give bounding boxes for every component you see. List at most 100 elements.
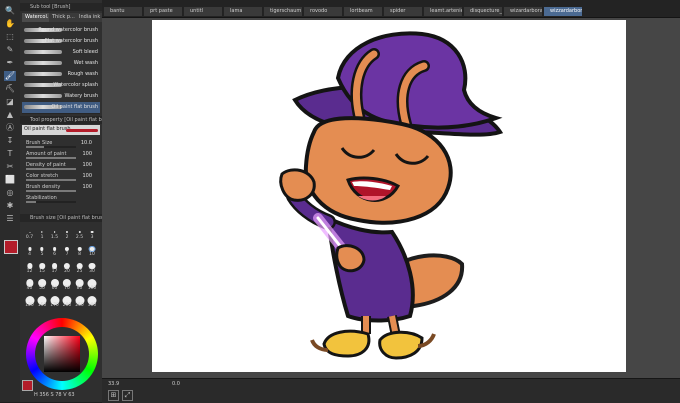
document-tab[interactable]: spider	[384, 7, 423, 16]
navigator-icon[interactable]: ⊞	[108, 390, 119, 401]
tool-button-9[interactable]: Ⓐ	[4, 123, 16, 133]
property-slider[interactable]	[26, 157, 76, 159]
preset-preview[interactable]: Oil paint flat brush	[22, 125, 100, 135]
brush-size-value: 4	[28, 252, 31, 257]
primary-color-swatch[interactable]	[4, 240, 18, 254]
fit-window-icon[interactable]: ⤢	[122, 390, 133, 401]
tab-india-ink[interactable]: India ink	[76, 13, 104, 22]
brush-size-cell[interactable]: 100	[87, 277, 98, 291]
property-value[interactable]: 10.0	[81, 140, 92, 146]
brush-size-cell[interactable]: 12	[24, 260, 35, 274]
brush-size-cell[interactable]: 2	[62, 226, 73, 240]
brush-size-value: 200	[62, 303, 72, 308]
hsv-readout: H 356 S 78 V 63	[34, 392, 75, 398]
document-tab[interactable]: wizardarbora	[504, 7, 543, 16]
brush-size-cell[interactable]: 300	[87, 294, 98, 308]
brush-size-cell[interactable]: 200	[62, 294, 73, 308]
tool-button-13[interactable]: ⬜	[4, 175, 16, 185]
angle-readout[interactable]: 0.0	[172, 381, 180, 387]
document-tab[interactable]: untitl	[184, 7, 223, 16]
brush-size-cell[interactable]: 15	[37, 260, 48, 274]
brush-size-cell[interactable]: 250	[74, 294, 85, 308]
brush-size-cell[interactable]: 40	[24, 277, 35, 291]
brush-size-value: 40	[26, 286, 33, 291]
brush-size-cell[interactable]: 8	[74, 243, 85, 257]
brush-size-cell[interactable]: 30	[87, 260, 98, 274]
brush-size-cell[interactable]: 80	[74, 277, 85, 291]
tool-button-3[interactable]: ✎	[4, 45, 16, 55]
document-tab[interactable]: tigerschaum	[264, 7, 303, 16]
wizard-ant-illustration	[279, 31, 504, 360]
brush-size-cell[interactable]: 70	[62, 277, 73, 291]
property-value[interactable]: 100	[82, 162, 92, 168]
property-slider[interactable]	[26, 190, 76, 192]
tool-button-8[interactable]: ▲	[4, 110, 16, 120]
tool-button-4[interactable]: ✒	[4, 58, 16, 68]
brush-size-cell[interactable]: 2.5	[74, 226, 85, 240]
brush-size-cell[interactable]: 1.5	[49, 226, 60, 240]
document-tab[interactable]: prt paste	[144, 7, 183, 16]
tool-button-11[interactable]: T	[4, 149, 16, 159]
tool-button-2[interactable]: ⬚	[4, 32, 16, 42]
document-tab[interactable]: leamt.artenie	[424, 7, 463, 16]
tool-button-16[interactable]: ☰	[4, 214, 16, 224]
brush-size-value: 7	[65, 252, 69, 257]
brush-size-cell[interactable]: 25	[74, 260, 85, 274]
brush-size-value: 12	[26, 269, 33, 274]
brush-stroke-preview	[24, 94, 62, 98]
brush-size-cell[interactable]: 4	[24, 243, 35, 257]
tool-button-0[interactable]: 🔍	[4, 6, 16, 16]
tool-button-6[interactable]: ⛏	[4, 84, 16, 94]
tab-thick-paint[interactable]: Thick p...	[49, 13, 78, 22]
document-tab[interactable]: disquecture_new	[464, 7, 503, 16]
property-row[interactable]: Brush density 100	[24, 184, 98, 192]
brush-size-value: 70	[64, 286, 70, 291]
brush-size-value: 2.5	[75, 235, 84, 240]
property-slider[interactable]	[26, 168, 76, 170]
brush-size-cell[interactable]: 0.7	[24, 226, 35, 240]
brush-size-cell[interactable]: 17	[49, 260, 60, 274]
document-tab[interactable]: lortbeam	[344, 7, 383, 16]
brush-size-cell[interactable]: 50	[37, 277, 48, 291]
property-value[interactable]: 100	[82, 184, 92, 190]
document-tab[interactable]: rovodo	[304, 7, 343, 16]
saturation-value-square[interactable]	[44, 336, 80, 372]
tool-button-7[interactable]: ◪	[4, 97, 16, 107]
property-slider[interactable]	[26, 179, 76, 181]
brush-size-cell[interactable]: 6	[49, 243, 60, 257]
property-row[interactable]: Brush Size 10.0	[24, 140, 98, 148]
property-row[interactable]: Color stretch 100	[24, 173, 98, 181]
property-row[interactable]: Amount of paint 100	[24, 151, 98, 159]
brush-size-cell[interactable]: 170	[49, 294, 60, 308]
tool-button-10[interactable]: ↧	[4, 136, 16, 146]
color-wheel[interactable]	[26, 318, 98, 390]
document-tab[interactable]: wizzardarbora2	[544, 7, 583, 16]
property-value[interactable]: 100	[82, 151, 92, 157]
document-tab[interactable]: bantu	[104, 7, 143, 16]
property-value[interactable]: 100	[82, 173, 92, 179]
property-row[interactable]: Density of paint 100	[24, 162, 98, 170]
tool-button-5[interactable]: 🖌	[4, 71, 16, 81]
brush-size-cell[interactable]: 10	[87, 243, 98, 257]
brush-size-cell[interactable]: 1	[37, 226, 48, 240]
tool-button-15[interactable]: ✱	[4, 201, 16, 211]
brush-size-cell[interactable]: 3	[87, 226, 98, 240]
zoom-readout[interactable]: 33.9	[108, 381, 119, 387]
tool-button-12[interactable]: ✂	[4, 162, 16, 172]
brush-size-cell[interactable]: 60	[49, 277, 60, 291]
main-color-swatch[interactable]	[22, 380, 33, 391]
brush-item[interactable]: Oil paint flat brush	[22, 102, 100, 114]
tool-button-1[interactable]: ✋	[4, 19, 16, 29]
property-row[interactable]: Stabilization	[24, 195, 98, 203]
brush-size-cell[interactable]: 150	[37, 294, 48, 308]
brush-size-cell[interactable]: 20	[62, 260, 73, 274]
brush-size-cell[interactable]: 7	[62, 243, 73, 257]
brush-size-cell[interactable]: 5	[37, 243, 48, 257]
tool-button-14[interactable]: ◎	[4, 188, 16, 198]
property-slider[interactable]	[26, 146, 76, 148]
property-slider[interactable]	[26, 201, 76, 203]
canvas-paper[interactable]	[152, 20, 626, 372]
document-tab[interactable]: lama	[224, 7, 263, 16]
brush-size-cell[interactable]: 120	[24, 294, 35, 308]
brush-size-value: 80	[76, 286, 83, 291]
